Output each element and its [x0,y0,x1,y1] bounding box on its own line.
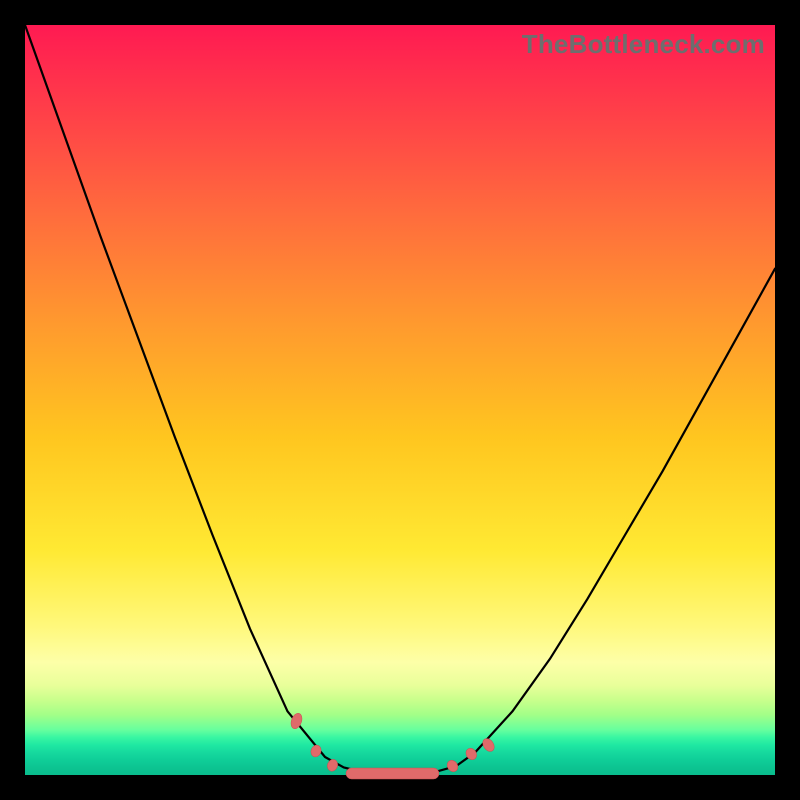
bottleneck-curve [25,25,775,774]
chart-frame: TheBottleneck.com [0,0,800,800]
curve-markers [289,712,497,779]
plot-area: TheBottleneck.com [25,25,775,775]
curve-svg [25,25,775,775]
